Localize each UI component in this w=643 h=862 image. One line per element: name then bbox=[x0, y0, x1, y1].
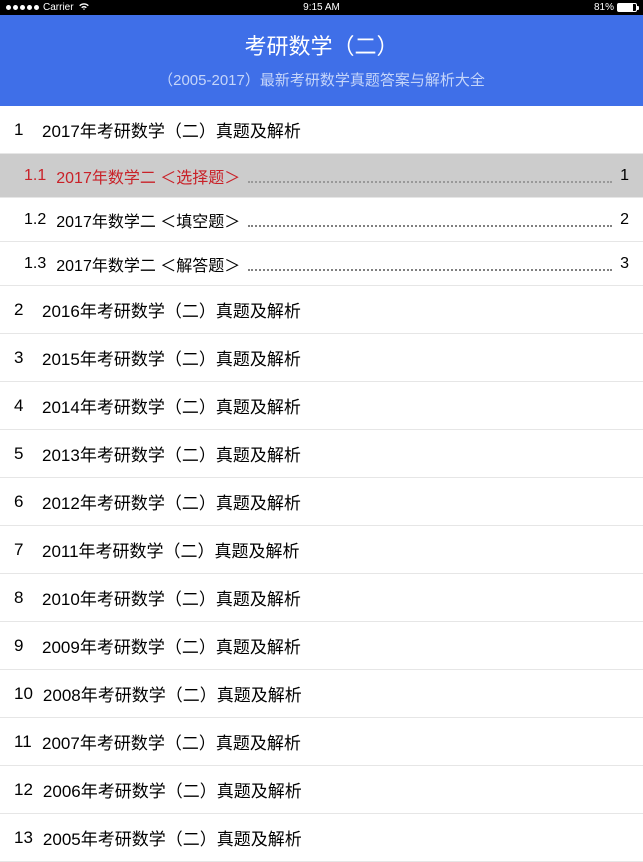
wifi-icon bbox=[78, 2, 90, 14]
chapter-title: 2010年考研数学（二）真题及解析 bbox=[42, 585, 301, 610]
sub-chapter-row[interactable]: 1.2 2017年数学二 ＜填空题＞ 2 bbox=[0, 198, 643, 242]
status-left: Carrier bbox=[6, 2, 90, 14]
chapter-row[interactable]: 7 2011年考研数学（二）真题及解析 bbox=[0, 526, 643, 574]
chapter-number: 5 bbox=[14, 444, 32, 464]
chapter-number: 4 bbox=[14, 396, 32, 416]
chapter-number: 9 bbox=[14, 636, 32, 656]
chapter-title: 2016年考研数学（二）真题及解析 bbox=[42, 297, 301, 322]
chapter-row[interactable]: 9 2009年考研数学（二）真题及解析 bbox=[0, 622, 643, 670]
chapter-number: 1 bbox=[14, 120, 32, 140]
chapter-row[interactable]: 10 2008年考研数学（二）真题及解析 bbox=[0, 670, 643, 718]
chapter-row[interactable]: 2 2016年考研数学（二）真题及解析 bbox=[0, 286, 643, 334]
sub-chapter-title: 2017年数学二 ＜选择题＞ bbox=[56, 164, 240, 188]
carrier-label: Carrier bbox=[43, 2, 74, 13]
chapter-title: 2017年考研数学（二）真题及解析 bbox=[42, 117, 301, 142]
chapter-number: 10 bbox=[14, 684, 33, 704]
page-number: 3 bbox=[620, 255, 629, 273]
chapter-title: 2005年考研数学（二）真题及解析 bbox=[43, 825, 302, 850]
chapter-number: 13 bbox=[14, 828, 33, 848]
chapter-title: 2009年考研数学（二）真题及解析 bbox=[42, 633, 301, 658]
chapter-title: 2014年考研数学（二）真题及解析 bbox=[42, 393, 301, 418]
chapter-row[interactable]: 11 2007年考研数学（二）真题及解析 bbox=[0, 718, 643, 766]
chapter-row[interactable]: 6 2012年考研数学（二）真题及解析 bbox=[0, 478, 643, 526]
sub-chapter-row[interactable]: 1.1 2017年数学二 ＜选择题＞ 1 bbox=[0, 154, 643, 198]
chapter-title: 2008年考研数学（二）真题及解析 bbox=[43, 681, 302, 706]
chapter-number: 2 bbox=[14, 300, 32, 320]
toc-list[interactable]: 1 2017年考研数学（二）真题及解析 1.1 2017年数学二 ＜选择题＞ 1 1.2 2… bbox=[0, 106, 643, 862]
header: 考研数学（二） （2005-2017）最新考研数学真题答案与解析大全 bbox=[0, 15, 643, 106]
sub-chapter-row[interactable]: 1.3 2017年数学二 ＜解答题＞ 3 bbox=[0, 242, 643, 286]
status-time: 9:15 AM bbox=[303, 2, 340, 13]
chapter-title: 2015年考研数学（二）真题及解析 bbox=[42, 345, 301, 370]
chapter-number: 7 bbox=[14, 540, 32, 560]
signal-icon bbox=[6, 5, 39, 10]
status-bar: Carrier 9:15 AM 81% bbox=[0, 0, 643, 15]
leader-dots bbox=[248, 181, 612, 183]
leader-dots bbox=[248, 225, 612, 227]
sub-chapter-number: 1.2 bbox=[24, 211, 46, 229]
sub-chapter-title: 2017年数学二 ＜填空题＞ bbox=[56, 208, 240, 232]
chapter-row[interactable]: 13 2005年考研数学（二）真题及解析 bbox=[0, 814, 643, 862]
leader-dots bbox=[248, 269, 612, 271]
sub-chapter-title: 2017年数学二 ＜解答题＞ bbox=[56, 252, 240, 276]
page-title: 考研数学（二） bbox=[0, 29, 643, 61]
status-right: 81% bbox=[594, 2, 637, 13]
sub-chapter-number: 1.1 bbox=[24, 167, 46, 185]
chapter-number: 3 bbox=[14, 348, 32, 368]
chapter-title: 2011年考研数学（二）真题及解析 bbox=[42, 537, 300, 562]
chapter-number: 8 bbox=[14, 588, 32, 608]
chapter-number: 12 bbox=[14, 780, 33, 800]
chapter-number: 6 bbox=[14, 492, 32, 512]
chapter-row[interactable]: 4 2014年考研数学（二）真题及解析 bbox=[0, 382, 643, 430]
chapter-title: 2006年考研数学（二）真题及解析 bbox=[43, 777, 302, 802]
chapter-title: 2013年考研数学（二）真题及解析 bbox=[42, 441, 301, 466]
battery-percent: 81% bbox=[594, 2, 614, 13]
battery-icon bbox=[617, 3, 637, 12]
page-number: 1 bbox=[620, 167, 629, 185]
sub-chapter-number: 1.3 bbox=[24, 255, 46, 273]
page-number: 2 bbox=[620, 211, 629, 229]
chapter-row[interactable]: 5 2013年考研数学（二）真题及解析 bbox=[0, 430, 643, 478]
page-subtitle: （2005-2017）最新考研数学真题答案与解析大全 bbox=[0, 69, 643, 90]
chapter-row[interactable]: 12 2006年考研数学（二）真题及解析 bbox=[0, 766, 643, 814]
chapter-number: 11 bbox=[14, 732, 32, 752]
chapter-title: 2012年考研数学（二）真题及解析 bbox=[42, 489, 301, 514]
chapter-title: 2007年考研数学（二）真题及解析 bbox=[42, 729, 301, 754]
chapter-row[interactable]: 1 2017年考研数学（二）真题及解析 bbox=[0, 106, 643, 154]
chapter-row[interactable]: 3 2015年考研数学（二）真题及解析 bbox=[0, 334, 643, 382]
chapter-row[interactable]: 8 2010年考研数学（二）真题及解析 bbox=[0, 574, 643, 622]
